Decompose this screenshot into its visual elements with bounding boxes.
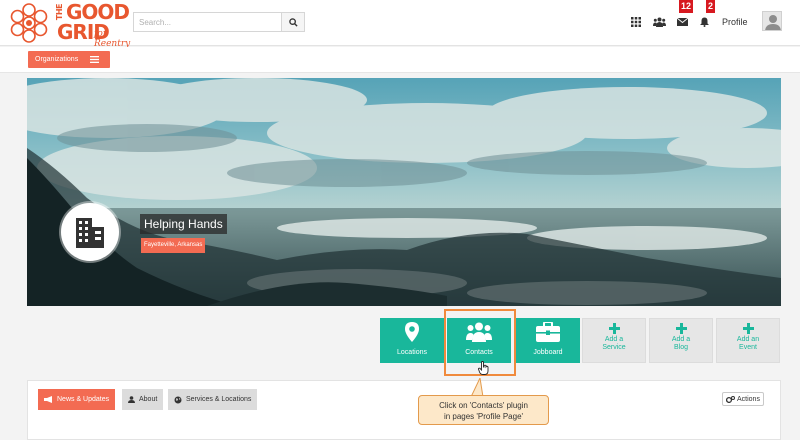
tab-about-label: About: [139, 396, 158, 403]
organization-avatar: [61, 203, 119, 261]
user-icon: [128, 396, 135, 403]
site-logo[interactable]: THE GOOD GRID for Reentry: [5, 0, 137, 49]
actions-button[interactable]: Actions: [722, 392, 764, 406]
tab-services-locations[interactable]: Services & Locations: [168, 389, 258, 410]
messages-badge: 12: [679, 0, 694, 13]
bell-icon: [699, 17, 709, 27]
plus-icon: [742, 323, 754, 334]
plugin-add-service-label-line1: Add a: [604, 336, 624, 343]
profile-link[interactable]: Profile: [722, 17, 748, 27]
actions-label: Actions: [737, 395, 760, 403]
tab-services-locations-label: Services & Locations: [186, 396, 252, 403]
logo-tagline: for Reentry: [94, 29, 131, 49]
tab-news-updates-label: News & Updates: [57, 396, 110, 403]
organization-location: Fayetteville, Arkansas: [141, 238, 206, 253]
search-input[interactable]: [133, 12, 281, 32]
plugin-add-blog-label-line1: Add a: [671, 336, 691, 343]
tab-about[interactable]: About: [122, 389, 164, 410]
plugin-add-event[interactable]: Add an Event: [716, 318, 780, 363]
user-avatar-icon: [765, 15, 781, 30]
logo-flower-icon: [10, 3, 48, 43]
callout-line-1: Click on 'Contacts' plugin: [439, 401, 528, 410]
briefcase-icon: [536, 322, 560, 342]
search-icon: [288, 17, 298, 27]
avatar[interactable]: [762, 11, 782, 31]
hand-cursor-icon: [478, 361, 489, 375]
organization-name: Helping Hands: [140, 214, 227, 234]
notifications-badge: 2: [706, 0, 716, 13]
bullhorn-icon: [44, 396, 52, 403]
globe-icon: [174, 396, 182, 403]
organizations-label: Organizations: [35, 56, 79, 63]
logo-text-good: GOOD: [66, 0, 130, 24]
search-button[interactable]: [281, 12, 305, 32]
plugin-jobboard-label: Jobboard: [533, 349, 563, 356]
cover-photo: [27, 78, 781, 306]
apps-button[interactable]: [629, 15, 643, 29]
messages-button[interactable]: [675, 15, 689, 29]
plugin-add-event-label-line1: Add an: [736, 336, 760, 343]
plugin-locations-label: Locations: [397, 349, 427, 356]
search-bar: [133, 12, 305, 32]
logo-text-the: THE: [55, 4, 64, 21]
hamburger-menu-icon: [90, 56, 100, 63]
organization-bar: Organizations: [0, 47, 800, 73]
plugin-add-service-label-line2: Service: [602, 344, 626, 351]
top-bar: THE GOOD GRID for Reentry Search... 12 2…: [0, 0, 800, 49]
groups-button[interactable]: [652, 15, 666, 29]
envelope-icon: [676, 18, 688, 26]
instruction-callout: Click on 'Contacts' plugin in pages 'Pro…: [418, 395, 549, 425]
grid-apps-icon: [631, 17, 641, 27]
users-icon: [652, 17, 666, 27]
gears-icon: [726, 395, 735, 403]
plugin-add-blog-label-line2: Blog: [673, 344, 688, 351]
plugin-locations[interactable]: Locations: [380, 318, 444, 363]
page: THE GOOD GRID for Reentry Search... 12 2…: [0, 0, 800, 440]
callout-line-2: in pages 'Profile Page': [443, 412, 524, 421]
cover-landscape-image: [27, 78, 781, 306]
tab-news-updates[interactable]: News & Updates: [38, 389, 116, 410]
notifications-button[interactable]: [697, 15, 711, 29]
plugin-add-blog[interactable]: Add a Blog: [649, 318, 713, 363]
plugin-add-event-label-line2: Event: [739, 344, 757, 351]
map-marker-icon: [405, 322, 419, 342]
plugin-add-service[interactable]: Add a Service: [582, 318, 646, 363]
plus-icon: [608, 323, 620, 334]
building-icon: [76, 218, 104, 248]
organizations-button[interactable]: Organizations: [28, 51, 110, 68]
plugin-jobboard[interactable]: Jobboard: [516, 318, 580, 363]
plus-icon: [675, 323, 687, 334]
